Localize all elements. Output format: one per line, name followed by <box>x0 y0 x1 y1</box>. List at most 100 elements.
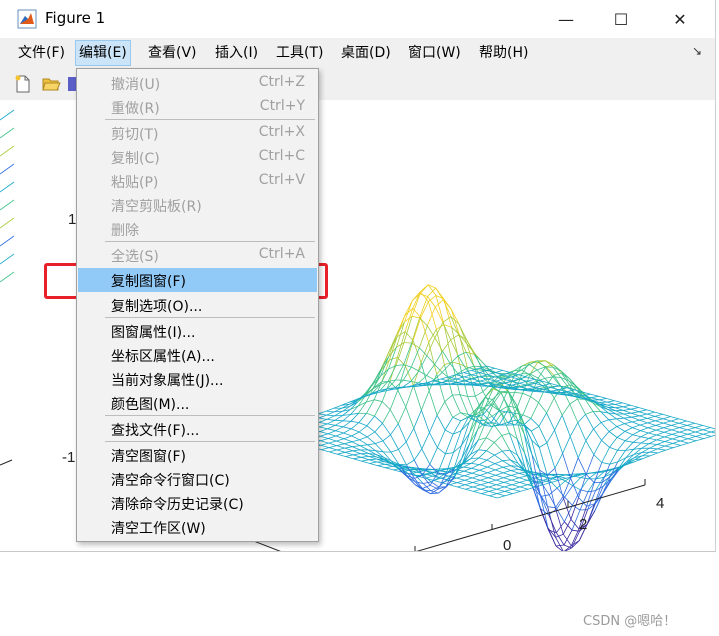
menu-item-redo[interactable]: 重做(R) Ctrl+Y <box>78 95 317 119</box>
mesh-segment <box>695 431 704 435</box>
mesh-segment <box>465 486 474 490</box>
matlab-logo-icon <box>17 9 37 29</box>
menu-separator <box>105 441 315 442</box>
menu-item-find-files[interactable]: 查找文件(F)... <box>78 417 317 441</box>
mesh-segment <box>520 488 529 492</box>
menu-item-select-all[interactable]: 全选(S) Ctrl+A <box>78 243 317 267</box>
new-figure-icon[interactable] <box>13 74 33 94</box>
menu-edit[interactable]: 编辑(E) <box>75 40 131 66</box>
mesh-segment <box>663 422 672 426</box>
mesh-segment <box>687 436 696 440</box>
mesh-segment <box>655 429 665 433</box>
mesh-segment <box>489 495 498 499</box>
menu-item-copy-figure[interactable]: 复制图窗(F) <box>78 268 317 292</box>
mesh-segment <box>0 271 15 283</box>
menu-insert[interactable]: 插入(I) <box>212 41 261 65</box>
menu-file[interactable]: 文件(F) <box>15 41 68 65</box>
mesh-segment <box>639 419 648 424</box>
menu-item-cut[interactable]: 剪切(T) Ctrl+X <box>78 121 317 145</box>
mesh-segment <box>664 436 673 440</box>
mesh-segment <box>648 432 657 436</box>
mesh-segment <box>679 436 689 440</box>
mesh-segment <box>481 493 490 497</box>
mesh-segment <box>702 429 712 433</box>
mesh-segment <box>649 448 658 453</box>
mesh-segment <box>671 427 680 431</box>
mesh-segment <box>655 418 664 422</box>
menu-tools[interactable]: 工具(T) <box>273 41 326 65</box>
mesh-segment <box>654 411 663 415</box>
mesh-segment <box>647 422 656 426</box>
mesh-segment <box>519 486 529 490</box>
mesh-segment <box>671 431 680 435</box>
mesh-segment <box>654 413 663 417</box>
mesh-segment <box>648 439 657 444</box>
mesh-segment <box>663 429 672 433</box>
menu-item-axes-properties[interactable]: 坐标区属性(A)... <box>78 343 317 367</box>
menu-item-copy[interactable]: 复制(C) Ctrl+C <box>78 145 317 169</box>
mesh-segment <box>548 487 558 496</box>
mesh-segment <box>702 425 711 428</box>
menu-help[interactable]: 帮助(H) <box>476 41 531 65</box>
mesh-segment <box>710 431 715 434</box>
mesh-segment <box>670 420 680 424</box>
menu-item-figure-properties[interactable]: 图窗属性(I)... <box>78 319 317 343</box>
toolbar-dock-arrow-icon[interactable]: ↘ <box>692 44 702 58</box>
mesh-segment <box>656 431 665 436</box>
menu-window[interactable]: 窗口(W) <box>405 41 464 65</box>
mesh-segment <box>0 199 15 211</box>
menu-separator <box>105 119 315 120</box>
x-tick-marks <box>414 479 646 551</box>
menu-item-copy-options[interactable]: 复制选项(O)... <box>78 293 317 317</box>
mesh-segment <box>678 420 687 424</box>
mesh-segment <box>662 418 672 422</box>
left-axis-line <box>0 459 13 466</box>
mesh-segment <box>649 451 658 454</box>
close-button[interactable]: ✕ <box>657 0 703 38</box>
menu-desktop[interactable]: 桌面(D) <box>338 41 394 65</box>
mesh-segment <box>488 491 498 494</box>
mesh-segment <box>679 431 688 435</box>
mesh-segment <box>496 493 506 497</box>
menu-view[interactable]: 查看(V) <box>145 41 200 65</box>
menu-item-current-object-properties[interactable]: 当前对象属性(J)... <box>78 367 317 391</box>
mesh-segment <box>504 491 513 494</box>
mesh-segment <box>649 444 658 449</box>
mesh-segment <box>647 425 656 429</box>
menu-item-clear-figure[interactable]: 清空图窗(F) <box>78 443 317 467</box>
mesh-segment <box>686 420 695 424</box>
mesh-segment <box>710 427 715 430</box>
save-icon[interactable] <box>68 74 76 94</box>
menu-item-clear-workspace[interactable]: 清空工作区(W) <box>78 515 317 539</box>
mesh-segment <box>0 145 15 157</box>
mesh-segment <box>694 422 703 426</box>
maximize-button[interactable]: ☐ <box>598 0 644 38</box>
mesh-segment <box>647 416 656 419</box>
mesh-segment <box>656 434 665 438</box>
open-folder-icon[interactable] <box>41 74 61 94</box>
mesh-segment <box>564 485 574 498</box>
menu-item-clear-command-window[interactable]: 清空命令行窗口(C) <box>78 467 317 491</box>
menu-item-undo[interactable]: 撤消(U) Ctrl+Z <box>78 71 317 95</box>
menu-item-clear-clipboard[interactable]: 清空剪贴板(R) <box>78 193 317 217</box>
mesh-segment <box>671 422 680 426</box>
mesh-segment <box>664 443 673 447</box>
menu-item-paste[interactable]: 粘贴(P) Ctrl+V <box>78 169 317 193</box>
mesh-segment <box>672 438 681 442</box>
menu-item-clear-command-history[interactable]: 清除命令历史记录(C) <box>78 491 317 515</box>
minimize-button[interactable]: — <box>543 0 589 38</box>
mesh-segment <box>648 438 657 441</box>
mesh-segment <box>664 434 673 438</box>
mesh-segment <box>679 425 688 428</box>
menu-item-colormap[interactable]: 颜色图(M)... <box>78 391 317 415</box>
title-bar[interactable]: Figure 1 — ☐ ✕ <box>0 0 715 38</box>
mesh-segment <box>465 488 474 492</box>
menu-item-delete[interactable]: 删除 <box>78 217 317 241</box>
mesh-segment <box>0 127 15 139</box>
mesh-segment <box>656 436 665 441</box>
mesh-segment <box>639 413 648 417</box>
mesh-segment <box>672 440 681 444</box>
mesh-segment <box>703 433 712 437</box>
mesh-segment <box>0 253 15 265</box>
mesh-segment <box>711 434 715 437</box>
